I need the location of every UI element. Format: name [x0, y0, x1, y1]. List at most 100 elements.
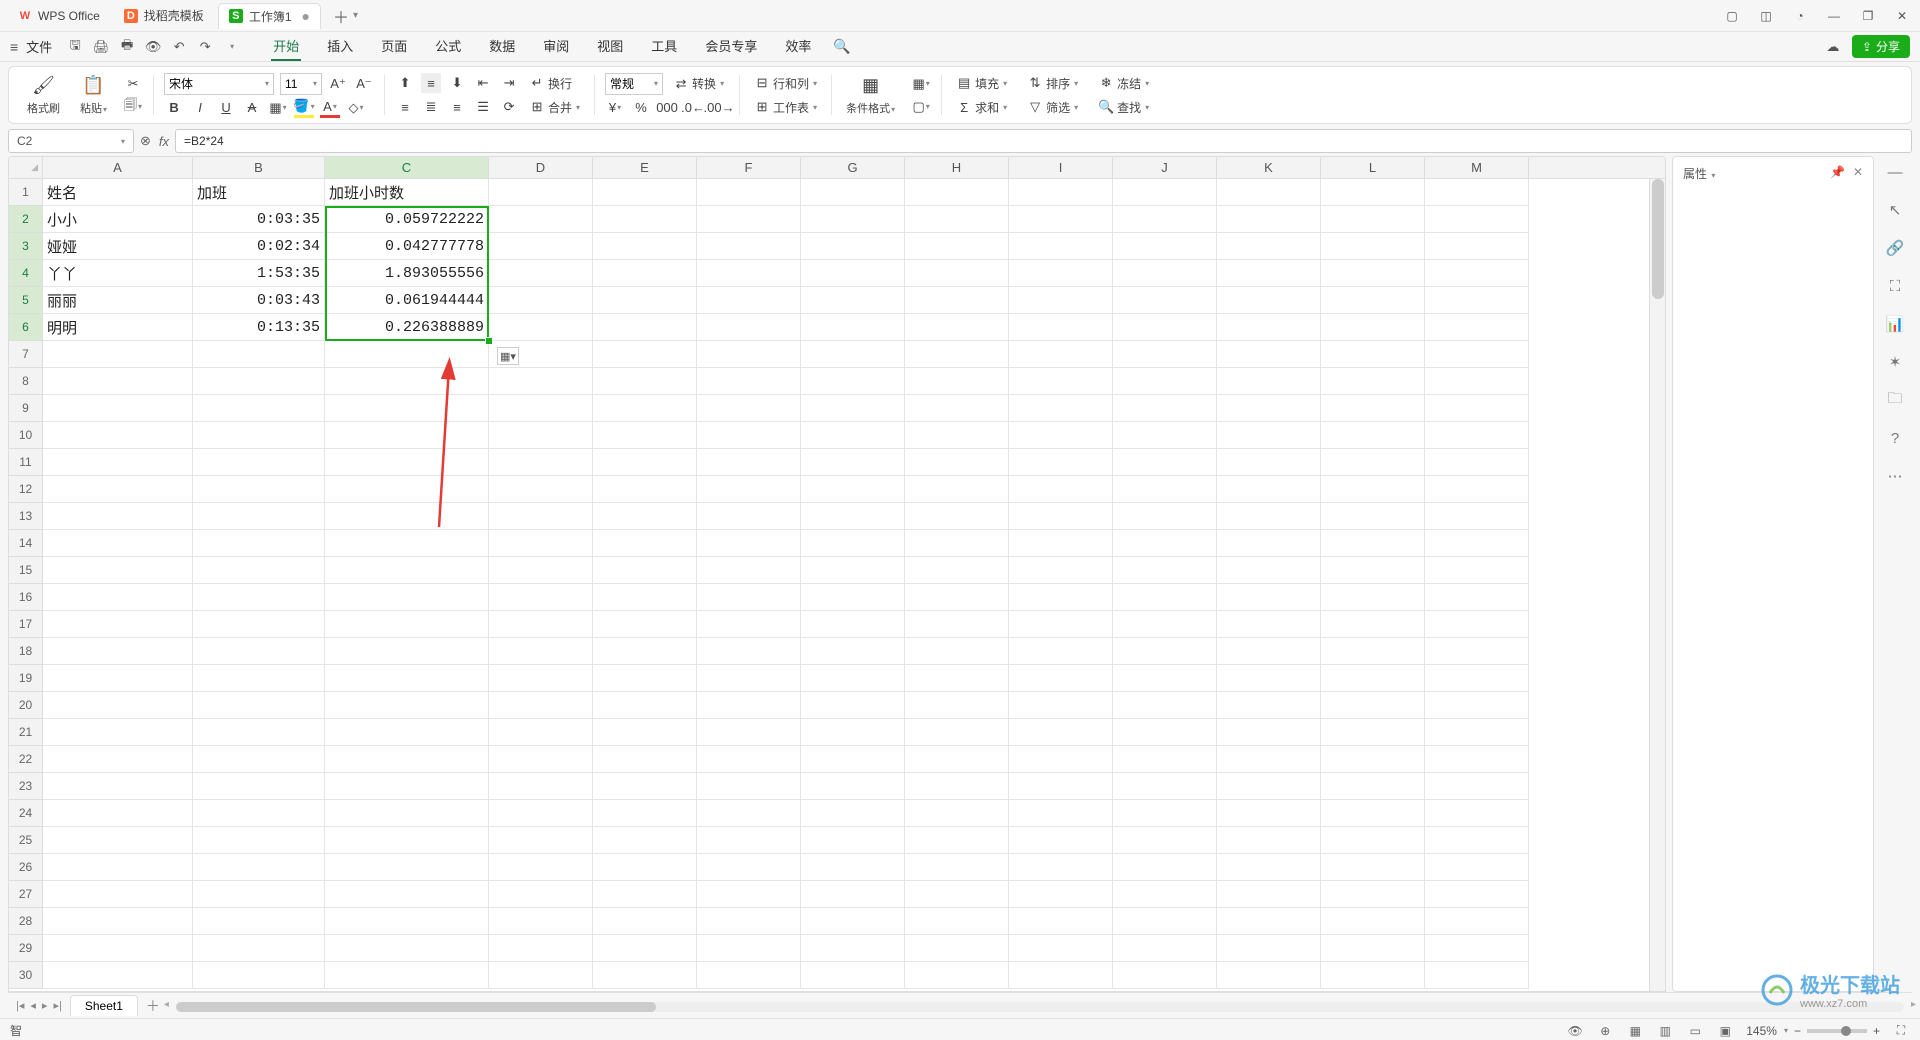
cell[interactable] [801, 773, 905, 800]
zoom-out-icon[interactable]: − [1794, 1024, 1801, 1038]
cell[interactable] [697, 692, 801, 719]
cell[interactable]: 1:53:35 [193, 260, 325, 287]
row-header[interactable]: 21 [9, 719, 43, 746]
cell[interactable] [1009, 800, 1113, 827]
cell[interactable] [697, 233, 801, 260]
cell[interactable] [1321, 638, 1425, 665]
cell[interactable] [697, 341, 801, 368]
cell[interactable] [43, 719, 193, 746]
cell[interactable] [593, 908, 697, 935]
cell[interactable] [1009, 557, 1113, 584]
cell[interactable] [193, 665, 325, 692]
cell[interactable] [1321, 827, 1425, 854]
tab-member[interactable]: 会员专享 [703, 32, 759, 61]
tab-template[interactable]: D 找稻壳模板 [114, 3, 214, 29]
cell[interactable] [1113, 908, 1217, 935]
cell[interactable] [1217, 287, 1321, 314]
percent-icon[interactable]: % [631, 98, 651, 118]
cell[interactable] [1217, 827, 1321, 854]
cell[interactable] [1321, 665, 1425, 692]
cell[interactable] [1321, 908, 1425, 935]
cell[interactable] [697, 584, 801, 611]
cell[interactable] [1009, 287, 1113, 314]
cell[interactable] [489, 314, 593, 341]
font-size-select[interactable]: 11▾ [280, 73, 322, 95]
cell[interactable] [1425, 422, 1529, 449]
cell[interactable]: 娅娅 [43, 233, 193, 260]
cell[interactable] [905, 260, 1009, 287]
align-center-icon[interactable]: ≣ [421, 97, 441, 117]
cell[interactable] [1321, 422, 1425, 449]
cell[interactable] [593, 422, 697, 449]
row-header[interactable]: 5 [9, 287, 43, 314]
cell[interactable] [489, 449, 593, 476]
cell[interactable] [1217, 179, 1321, 206]
cell[interactable] [593, 746, 697, 773]
cell[interactable] [905, 773, 1009, 800]
col-header-B[interactable]: B [193, 157, 325, 178]
cell[interactable] [1321, 368, 1425, 395]
orientation-icon[interactable]: ⟳ [499, 97, 519, 117]
fullscreen-icon[interactable]: ⛶ [1892, 1022, 1910, 1040]
border-button[interactable]: ▦▾ [268, 98, 288, 118]
cell[interactable] [1009, 665, 1113, 692]
cell[interactable] [697, 179, 801, 206]
cell[interactable] [1217, 719, 1321, 746]
cell[interactable] [1321, 584, 1425, 611]
cell[interactable] [593, 476, 697, 503]
cell[interactable] [43, 395, 193, 422]
menu-hamburger-icon[interactable]: ≡ [10, 39, 18, 55]
spreadsheet-grid[interactable]: A B C D E F G H I J K L M 1姓名加班加班小时数2小小0… [8, 156, 1666, 992]
cell[interactable] [801, 395, 905, 422]
cell[interactable] [1425, 854, 1529, 881]
cell[interactable] [593, 341, 697, 368]
cell[interactable] [1113, 368, 1217, 395]
cell[interactable] [593, 584, 697, 611]
cell[interactable] [489, 854, 593, 881]
cell[interactable] [193, 557, 325, 584]
cell[interactable] [1009, 503, 1113, 530]
redo-icon[interactable]: ↷ [196, 38, 214, 56]
cell[interactable] [697, 935, 801, 962]
cell[interactable] [801, 854, 905, 881]
cell[interactable] [1217, 476, 1321, 503]
cell[interactable] [489, 935, 593, 962]
cell[interactable] [1425, 206, 1529, 233]
cell[interactable] [1009, 773, 1113, 800]
cell[interactable] [593, 881, 697, 908]
cell[interactable] [1217, 368, 1321, 395]
cell[interactable] [1425, 665, 1529, 692]
cell[interactable] [43, 530, 193, 557]
row-header[interactable]: 3 [9, 233, 43, 260]
cell[interactable] [1217, 962, 1321, 989]
share-button[interactable]: ⇪ 分享 [1852, 35, 1910, 58]
cell[interactable] [1425, 287, 1529, 314]
cell[interactable] [325, 449, 489, 476]
cell[interactable] [489, 395, 593, 422]
cell[interactable] [489, 584, 593, 611]
cell[interactable] [593, 827, 697, 854]
cell[interactable] [1425, 935, 1529, 962]
cell[interactable] [1425, 692, 1529, 719]
cell[interactable] [325, 584, 489, 611]
cell[interactable]: 0:13:35 [193, 314, 325, 341]
row-header[interactable]: 27 [9, 881, 43, 908]
cell[interactable] [697, 854, 801, 881]
cell[interactable] [1009, 638, 1113, 665]
sheet-prev-icon[interactable]: ◂ [30, 999, 36, 1012]
tab-insert[interactable]: 插入 [325, 32, 355, 61]
font-color-button[interactable]: A▾ [320, 98, 340, 118]
cell[interactable] [801, 422, 905, 449]
tab-tools[interactable]: 工具 [649, 32, 679, 61]
cell[interactable] [1113, 395, 1217, 422]
row-header[interactable]: 19 [9, 665, 43, 692]
increase-font-icon[interactable]: A⁺ [328, 74, 348, 94]
cell[interactable] [489, 503, 593, 530]
rowcol-button[interactable]: ⊟行和列▾ [750, 73, 821, 94]
cell[interactable] [801, 341, 905, 368]
row-header[interactable]: 28 [9, 908, 43, 935]
cell[interactable] [801, 692, 905, 719]
cell[interactable] [905, 854, 1009, 881]
cell[interactable] [1321, 530, 1425, 557]
decrease-indent-icon[interactable]: ⇤ [473, 73, 493, 93]
